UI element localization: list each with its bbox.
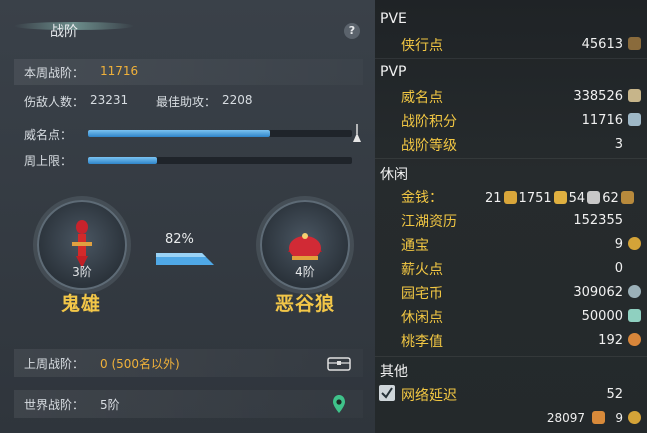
weekly-rank-label: 本周战阶：	[24, 66, 85, 80]
weekly-rank-value: 11716	[100, 64, 139, 78]
battle-rank-panel: 战阶 ? 本周战阶： 11716 伤敌人数： 23231 最佳助攻： 2208 …	[0, 0, 375, 433]
kills-value: 23231	[90, 93, 129, 107]
next-tier-name: 恶谷狼	[274, 293, 335, 315]
kills-label: 伤敌人数：	[24, 95, 85, 109]
world-rank-label: 世界战阶：	[24, 398, 85, 412]
weekly-rank-row: 本周战阶： 11716	[14, 59, 363, 85]
map-pin-icon[interactable]	[332, 394, 346, 417]
world-rank-row: 世界战阶： 5阶	[14, 390, 363, 418]
leisure-points-value: 50000	[581, 309, 623, 324]
last-week-label: 上周战阶：	[24, 357, 85, 371]
help-icon[interactable]: ?	[344, 23, 360, 39]
money-values: 21 1751 54 62	[485, 189, 634, 206]
peach-icon	[628, 333, 641, 346]
pve-item-label: 侠行点	[401, 38, 443, 54]
money-label: 金钱：	[401, 190, 443, 206]
last-week-value: 0 (500名以外)	[100, 357, 180, 371]
other-heading: 其他	[380, 364, 408, 380]
gold-icon	[553, 191, 567, 204]
money-copper-value: 62	[602, 191, 619, 206]
footer-coin-icon	[628, 411, 641, 424]
xinhuo-value: 0	[614, 261, 623, 276]
rank-crest-icon	[628, 113, 641, 126]
rank-level-value: 3	[614, 137, 623, 152]
leisure-heading: 休闲	[380, 167, 408, 183]
latency-value: 52	[606, 387, 623, 402]
prestige-points-label: 威名点	[401, 90, 443, 106]
knife-icon	[628, 37, 641, 50]
footer-value-2: 9	[615, 411, 623, 425]
money-ingot-value: 21	[485, 191, 502, 206]
rank-level-label: 战阶等级	[401, 138, 457, 154]
taoli-value: 192	[598, 333, 623, 348]
latency-checkbox[interactable]	[379, 385, 395, 401]
jianghu-label: 江湖资历	[401, 214, 457, 230]
prestige-progress-fill	[88, 130, 271, 137]
pve-heading: PVE	[380, 11, 407, 27]
assist-label: 最佳助攻：	[156, 95, 217, 109]
current-tier-name: 鬼雄	[60, 293, 101, 315]
jianghu-value: 152355	[573, 213, 623, 228]
pve-item-value: 45613	[581, 37, 623, 52]
next-tier-level: 4阶	[295, 265, 315, 279]
assist-value: 2208	[222, 93, 253, 107]
weekly-cap-progress-fill	[88, 157, 157, 164]
taoli-label: 桃李值	[401, 334, 443, 350]
weekly-cap-progress-bar	[88, 157, 352, 164]
home-coin-icon	[628, 285, 641, 298]
current-tier-level: 3阶	[72, 265, 92, 279]
world-rank-value: 5阶	[100, 398, 120, 412]
xinhuo-label: 薪火点	[401, 262, 443, 278]
rank-points-value: 11716	[581, 113, 623, 128]
tier-progress-percent: 82%	[165, 232, 194, 247]
progress-arrow-icon	[156, 253, 214, 265]
leisure-points-label: 休闲点	[401, 310, 443, 326]
chest-icon[interactable]	[327, 355, 351, 374]
prestige-points-value: 338526	[573, 89, 623, 104]
prestige-progress-bar	[88, 130, 352, 137]
currency-panel: PVE 侠行点 45613 PVP 威名点 338526 战阶积分 11716 …	[375, 0, 647, 433]
coin-icon	[628, 237, 641, 250]
panel-title: 战阶	[50, 24, 78, 40]
latency-label: 网络延迟	[401, 388, 457, 404]
bag-icon	[592, 411, 605, 424]
copper-icon	[620, 191, 634, 204]
home-coin-value: 309062	[573, 285, 623, 300]
money-silver-value: 54	[568, 191, 586, 206]
home-coin-label: 园宅币	[401, 286, 443, 302]
stats-row: 伤敌人数： 23231 最佳助攻： 2208	[14, 88, 363, 114]
weekly-cap-label: 周上限：	[24, 154, 73, 168]
pvp-heading: PVP	[380, 64, 407, 80]
rank-points-label: 战阶积分	[401, 114, 457, 130]
prestige-icon	[628, 89, 641, 102]
silver-icon	[587, 191, 601, 204]
flag-marker-icon	[352, 124, 362, 147]
footer-value-1: 28097	[546, 411, 585, 425]
tongbao-value: 9	[614, 237, 623, 252]
leisure-icon	[628, 309, 641, 322]
gold-ingot-icon	[503, 191, 517, 204]
last-week-row: 上周战阶： 0 (500名以外)	[14, 349, 363, 377]
tongbao-label: 通宝	[401, 238, 429, 254]
prestige-label: 威名点：	[24, 128, 73, 142]
money-gold-value: 1751	[518, 191, 552, 206]
